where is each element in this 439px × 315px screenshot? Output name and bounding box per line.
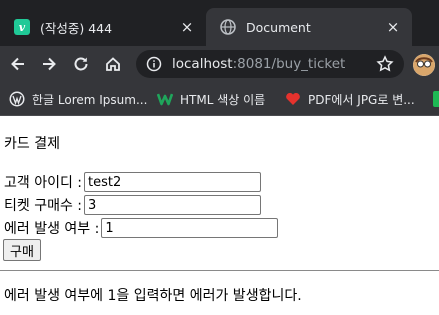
home-icon[interactable] xyxy=(101,52,125,76)
ticket-count-input[interactable] xyxy=(84,195,262,215)
page-content: 카드 결제 고객 아이디 : 티켓 구매수 : 에러 발생 여부 : 구매 에러… xyxy=(0,117,439,315)
back-icon[interactable] xyxy=(6,52,30,76)
site-info-icon[interactable] xyxy=(146,56,162,72)
globe-icon xyxy=(220,19,236,35)
buy-button[interactable]: 구매 xyxy=(3,239,41,261)
horizontal-divider xyxy=(0,270,439,271)
ticket-count-label: 티켓 구매수 : xyxy=(4,198,83,214)
browser-toolbar: localhost:8081/buy_ticket xyxy=(0,46,439,82)
heart-icon xyxy=(286,92,300,105)
bookmark-pdf-to-jpg[interactable]: PDF에서 JPG로 변... xyxy=(285,90,415,108)
error-flag-label: 에러 발생 여부 : xyxy=(4,221,100,237)
tab-title: Document xyxy=(246,19,311,35)
ticket-count-row: 티켓 구매수 : xyxy=(4,195,262,215)
velog-favicon-icon: v xyxy=(14,19,30,35)
page-title: 카드 결제 xyxy=(4,136,60,152)
address-bar[interactable]: localhost:8081/buy_ticket xyxy=(136,50,404,78)
bookmarks-bar: 한글 Lorem Ipsum... HTML 색상 이름 PDF에서 JPG로 … xyxy=(0,82,439,116)
w-logo-icon xyxy=(157,93,173,106)
forward-icon[interactable] xyxy=(37,52,61,76)
tab-title: (작성중) 444 xyxy=(40,20,113,36)
tab-strip: v (작성중) 444 × Document × xyxy=(0,0,439,46)
customer-id-row: 고객 아이디 : xyxy=(4,172,262,192)
reload-icon[interactable] xyxy=(69,52,93,76)
bookmark-label: HTML 색상 이름 xyxy=(180,92,266,107)
url-host: localhost xyxy=(172,56,233,72)
bookmark-star-icon[interactable] xyxy=(376,55,394,73)
error-hint-text: 에러 발생 여부에 1을 입력하면 에러가 발생합니다. xyxy=(4,288,302,304)
tab-close-icon[interactable]: × xyxy=(178,18,196,36)
wordpress-icon xyxy=(9,91,25,107)
bookmark-label: 한글 Lorem Ipsum... xyxy=(32,92,148,107)
bookmark-lorem-ipsum[interactable]: 한글 Lorem Ipsum... xyxy=(9,90,147,108)
bookmark-html-colors[interactable]: HTML 색상 이름 xyxy=(157,90,265,108)
url-path: :8081/buy_ticket xyxy=(232,56,346,72)
profile-avatar-icon[interactable] xyxy=(413,54,435,76)
customer-id-label: 고객 아이디 : xyxy=(4,175,83,191)
error-flag-row: 에러 발생 여부 : xyxy=(4,218,279,238)
customer-id-input[interactable] xyxy=(84,172,262,192)
tab-document[interactable]: Document × xyxy=(206,8,412,46)
bookmark-overflow-icon[interactable] xyxy=(433,91,439,107)
error-flag-input[interactable] xyxy=(101,218,279,238)
tab-close-icon[interactable]: × xyxy=(384,18,402,36)
bookmark-label: PDF에서 JPG로 변... xyxy=(308,92,415,107)
url-text: localhost:8081/buy_ticket xyxy=(172,56,345,72)
tab-draft[interactable]: v (작성중) 444 × xyxy=(0,8,206,46)
